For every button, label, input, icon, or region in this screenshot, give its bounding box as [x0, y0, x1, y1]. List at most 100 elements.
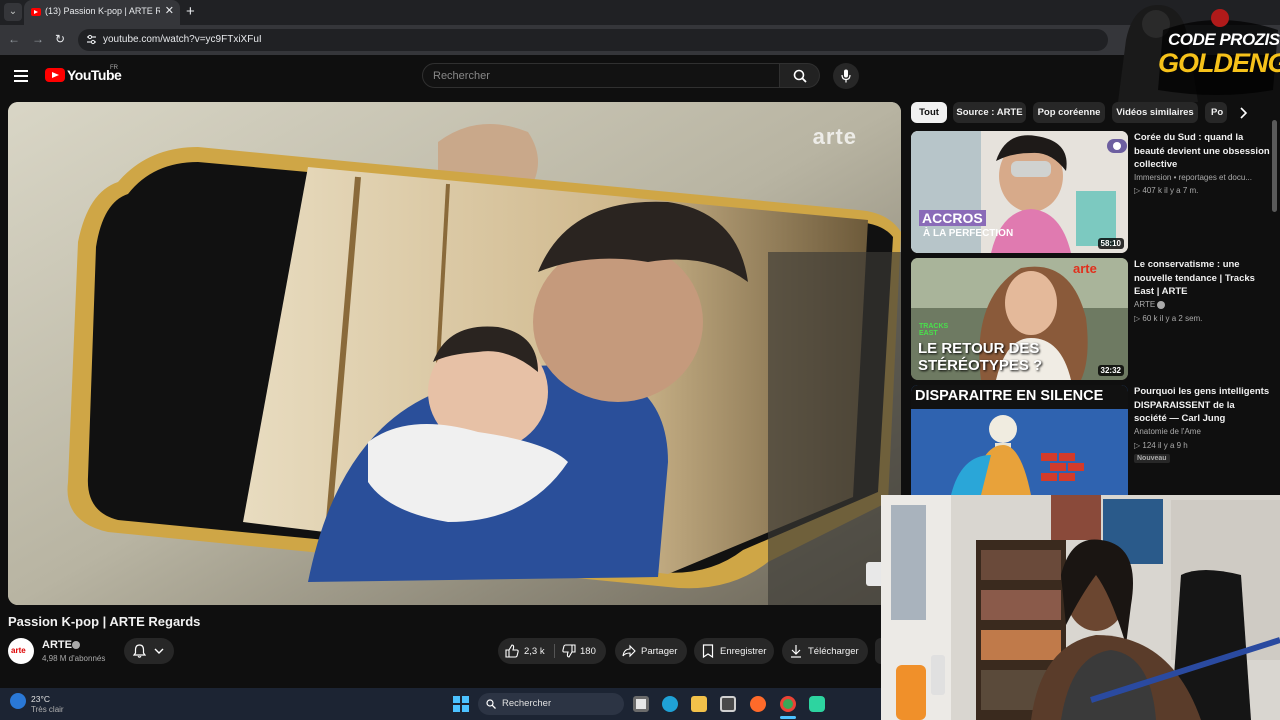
bell-icon	[133, 644, 146, 658]
site-settings-icon[interactable]	[86, 34, 97, 45]
file-explorer-icon[interactable]	[691, 696, 707, 712]
app-icon[interactable]	[809, 696, 825, 712]
verified-badge-icon	[72, 641, 80, 649]
microphone-icon	[841, 69, 851, 83]
download-icon	[791, 645, 801, 658]
rec-duration-1: 58:10	[1097, 238, 1124, 249]
url-text: youtube.com/watch?v=yc9FTxiXFuI	[103, 34, 262, 45]
subscriber-count: 4,98 M d'abonnés	[42, 654, 106, 663]
chip-similar-videos[interactable]: Vidéos similaires	[1112, 102, 1198, 123]
windows-start-icon[interactable]	[453, 696, 469, 712]
rec-thumbnail-2-logo: arte	[1073, 261, 1097, 276]
channel-avatar[interactable]: arte	[8, 638, 34, 664]
search-input[interactable]: Rechercher	[422, 63, 780, 88]
verified-badge-icon	[1157, 301, 1165, 309]
rec-meta-2: ▷ 60 k il y a 2 sem.	[1134, 314, 1203, 323]
like-dislike-group: 2,3 k 180	[498, 638, 606, 664]
rec-thumbnail-1-subtitle: À LA PERFECTION	[923, 228, 1014, 239]
rec-thumbnail-3[interactable]: DISPARAITRE EN SILENCE	[911, 385, 1128, 495]
rec-title-2[interactable]: Le conservatisme : une nouvelle tendance…	[1134, 258, 1270, 299]
taskbar-search[interactable]: Rechercher	[478, 693, 624, 715]
youtube-masthead: YouTube FR Rechercher	[0, 55, 1110, 100]
chevron-right-icon[interactable]	[1238, 107, 1248, 119]
chip-label: Pop coréenne	[1037, 107, 1101, 118]
save-button[interactable]: Enregistrer	[694, 638, 774, 664]
channel-name[interactable]: ARTE	[42, 639, 72, 651]
like-count: 2,3 k	[524, 646, 545, 657]
search-icon	[486, 699, 496, 709]
rec-title-3[interactable]: Pourquoi les gens intelligents DISPARAIS…	[1134, 385, 1270, 426]
download-button[interactable]: Télécharger	[782, 638, 868, 664]
arte-watermark: arte	[812, 124, 857, 149]
download-label: Télécharger	[808, 646, 859, 657]
streamer-webcam	[881, 495, 1280, 720]
rec-title-1[interactable]: Corée du Sud : quand la beauté devient u…	[1134, 131, 1270, 172]
thumbs-down-icon	[562, 644, 576, 658]
chip-label: Po	[1211, 107, 1224, 118]
chip-label: Tout	[919, 107, 939, 118]
bookmark-icon	[702, 644, 714, 658]
active-app-indicator	[780, 716, 796, 719]
arte-edge-tag	[866, 562, 881, 586]
voice-search-button[interactable]	[833, 63, 859, 89]
rec-duration-2: 32:32	[1097, 365, 1124, 376]
channel-avatar-text: arte	[11, 646, 26, 655]
omnibox[interactable]: youtube.com/watch?v=yc9FTxiXFuI	[78, 29, 1108, 51]
tab-search-button[interactable]: ⌄	[4, 3, 22, 21]
address-toolbar: ← → ↻ youtube.com/watch?v=yc9FTxiXFuI	[0, 25, 1280, 55]
rec-thumbnail-2-title: LE RETOUR DES	[918, 340, 1040, 357]
youtube-favicon-icon	[31, 8, 41, 16]
weather-icon[interactable]	[10, 693, 26, 709]
forward-arrow-icon[interactable]: →	[32, 32, 44, 46]
rec-meta-3: ▷ 124 il y a 9 h	[1134, 441, 1188, 450]
rec-thumbnail-3-title: DISPARAITRE EN SILENCE	[915, 388, 1104, 404]
task-view-icon[interactable]	[633, 696, 649, 712]
weather-description: Très clair	[31, 705, 64, 714]
like-button[interactable]: 2,3 k	[498, 638, 554, 664]
video-player[interactable]: arte	[8, 102, 901, 605]
tab-title: (13) Passion K-pop | ARTE Regards	[45, 6, 160, 16]
sidebar-scrollbar[interactable]	[1272, 120, 1277, 212]
new-badge: Nouveau	[1134, 454, 1170, 463]
search-icon	[793, 69, 807, 83]
rec-thumbnail-2[interactable]: arte TRACKS EAST LE RETOUR DES STÉRÉOTYP…	[911, 258, 1128, 380]
back-arrow-icon[interactable]: ←	[8, 32, 20, 46]
close-tab-icon[interactable]: ✕	[165, 4, 174, 17]
browser-tab[interactable]: (13) Passion K-pop | ARTE Regards ✕	[24, 0, 180, 25]
rec-channel-1[interactable]: Immersion • reportages et docu...	[1134, 173, 1252, 182]
video-title: Passion K-pop | ARTE Regards	[8, 614, 201, 629]
rec-channel-3[interactable]: Anatomie de l'Ame	[1134, 427, 1201, 436]
chip-all[interactable]: Tout	[911, 102, 947, 123]
search-button[interactable]	[780, 63, 820, 88]
subscribed-notifications-button[interactable]	[124, 638, 174, 664]
webcam-image	[881, 495, 1280, 720]
new-tab-icon[interactable]: +	[186, 3, 195, 20]
rec-thumbnail-1-title: ACCROS	[919, 210, 986, 226]
chip-source-arte[interactable]: Source : ARTE	[953, 102, 1026, 123]
chrome-icon[interactable]	[780, 696, 796, 712]
share-button[interactable]: Partager	[615, 638, 687, 664]
edge-browser-icon[interactable]	[662, 696, 678, 712]
search-placeholder: Rechercher	[433, 70, 490, 82]
rec-thumbnail-1[interactable]: ACCROS À LA PERFECTION 58:10	[911, 131, 1128, 253]
save-label: Enregistrer	[720, 646, 767, 657]
dislike-count: 180	[580, 646, 596, 657]
thumbs-up-icon	[505, 644, 519, 658]
menu-icon[interactable]	[14, 70, 28, 82]
store-icon[interactable]	[720, 696, 736, 712]
weather-temperature[interactable]: 23°C	[31, 694, 50, 704]
logo-line-2: GOLDENG	[1158, 48, 1280, 78]
rec-thumbnail-2-brand: TRACKS EAST	[919, 323, 949, 337]
chip-truncated[interactable]: Po	[1205, 102, 1227, 123]
dislike-button[interactable]: 180	[555, 638, 606, 664]
chip-label: Source : ARTE	[956, 107, 1023, 118]
rec-channel-2[interactable]: ARTE	[1134, 300, 1155, 309]
chip-kpop[interactable]: Pop coréenne	[1033, 102, 1105, 123]
rec-thumbnail-2-subtitle: STÉRÉOTYPES ?	[918, 357, 1043, 374]
firefox-icon[interactable]	[750, 696, 766, 712]
youtube-logo-icon[interactable]	[45, 68, 65, 82]
chevron-down-icon	[154, 648, 164, 654]
reload-icon[interactable]: ↻	[55, 32, 65, 46]
windows-taskbar: Rechercher	[0, 688, 881, 720]
stream-overlay-logo: CODE PROZIS GOLDENG	[1108, 0, 1280, 102]
